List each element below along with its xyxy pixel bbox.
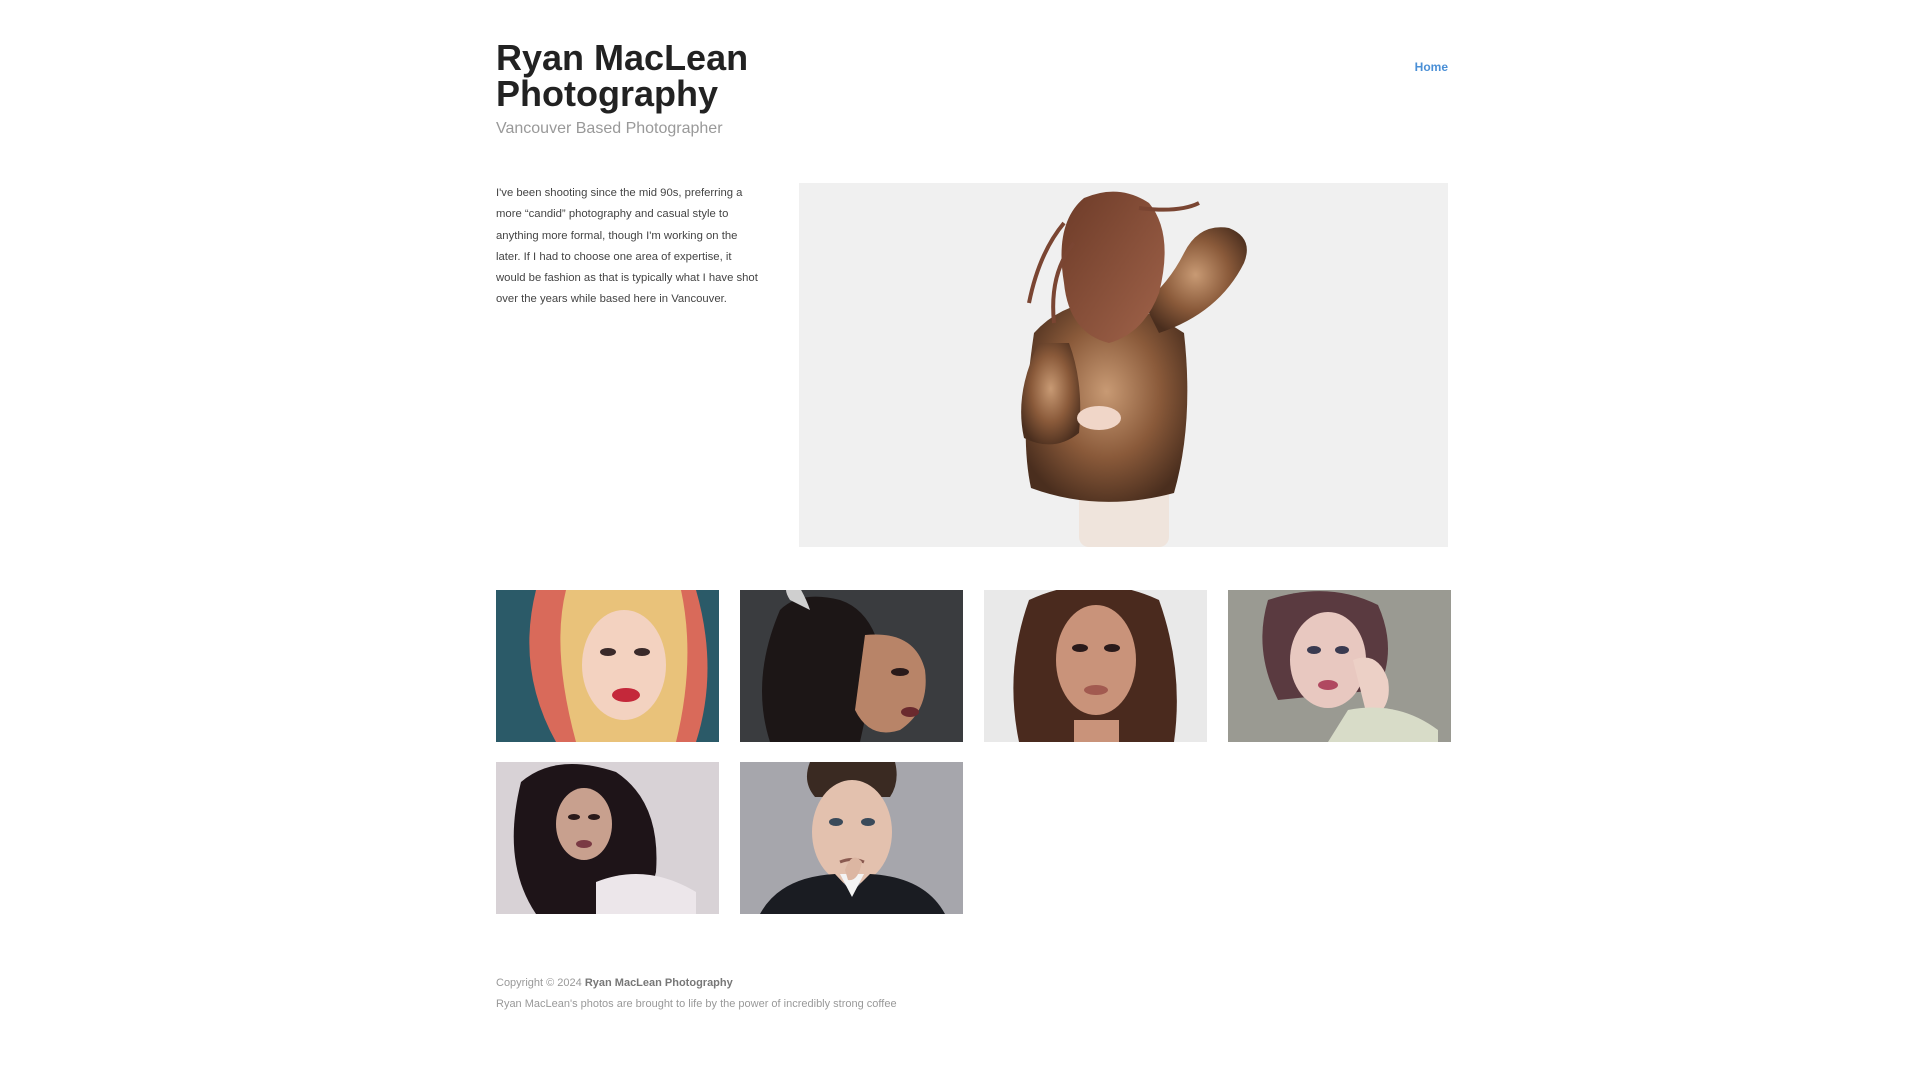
content-container: Ryan MacLean Photography Vancouver Based… bbox=[496, 0, 1451, 1010]
woman-long-brown-hair-portrait bbox=[984, 590, 1207, 742]
woman-hand-on-face-portrait bbox=[1228, 590, 1451, 742]
woman-curly-hair-portrait bbox=[496, 762, 719, 914]
site-header: Ryan MacLean Photography Vancouver Based… bbox=[496, 0, 1448, 150]
site-tagline: Vancouver Based Photographer bbox=[496, 120, 723, 137]
gallery-thumb-3[interactable] bbox=[984, 590, 1207, 742]
gallery-thumb-2[interactable] bbox=[740, 590, 963, 742]
gallery-thumb-5[interactable] bbox=[496, 762, 719, 914]
copyright-text: Copyright © 2024 bbox=[496, 977, 582, 989]
site-footer: Copyright © 2024 Ryan MacLean Photograph… bbox=[496, 973, 897, 1015]
footer-tagline: Ryan MacLean's photos are brought to lif… bbox=[496, 998, 897, 1010]
hero-image[interactable] bbox=[799, 183, 1448, 547]
main-nav: Home bbox=[1415, 58, 1448, 76]
nav-link-home[interactable]: Home bbox=[1415, 60, 1448, 74]
gallery-thumb-1[interactable] bbox=[496, 590, 719, 742]
footer-copyright: Copyright © 2024 Ryan MacLean Photograph… bbox=[496, 973, 897, 994]
intro-text: I've been shooting since the mid 90s, pr… bbox=[496, 187, 758, 306]
page: Ryan MacLean Photography Vancouver Based… bbox=[0, 0, 1920, 1080]
footer-brand-link[interactable]: Ryan MacLean Photography bbox=[585, 977, 733, 989]
woman-ponytail-profile-portrait bbox=[740, 590, 963, 742]
man-in-suit-portrait bbox=[740, 762, 963, 914]
woman-red-scarf-portrait bbox=[496, 590, 719, 742]
woman-in-fur-coat-photo bbox=[799, 183, 1448, 547]
site-title[interactable]: Ryan MacLean Photography bbox=[496, 40, 816, 112]
gallery-thumb-6[interactable] bbox=[740, 762, 963, 914]
gallery-thumb-4[interactable] bbox=[1228, 590, 1451, 742]
